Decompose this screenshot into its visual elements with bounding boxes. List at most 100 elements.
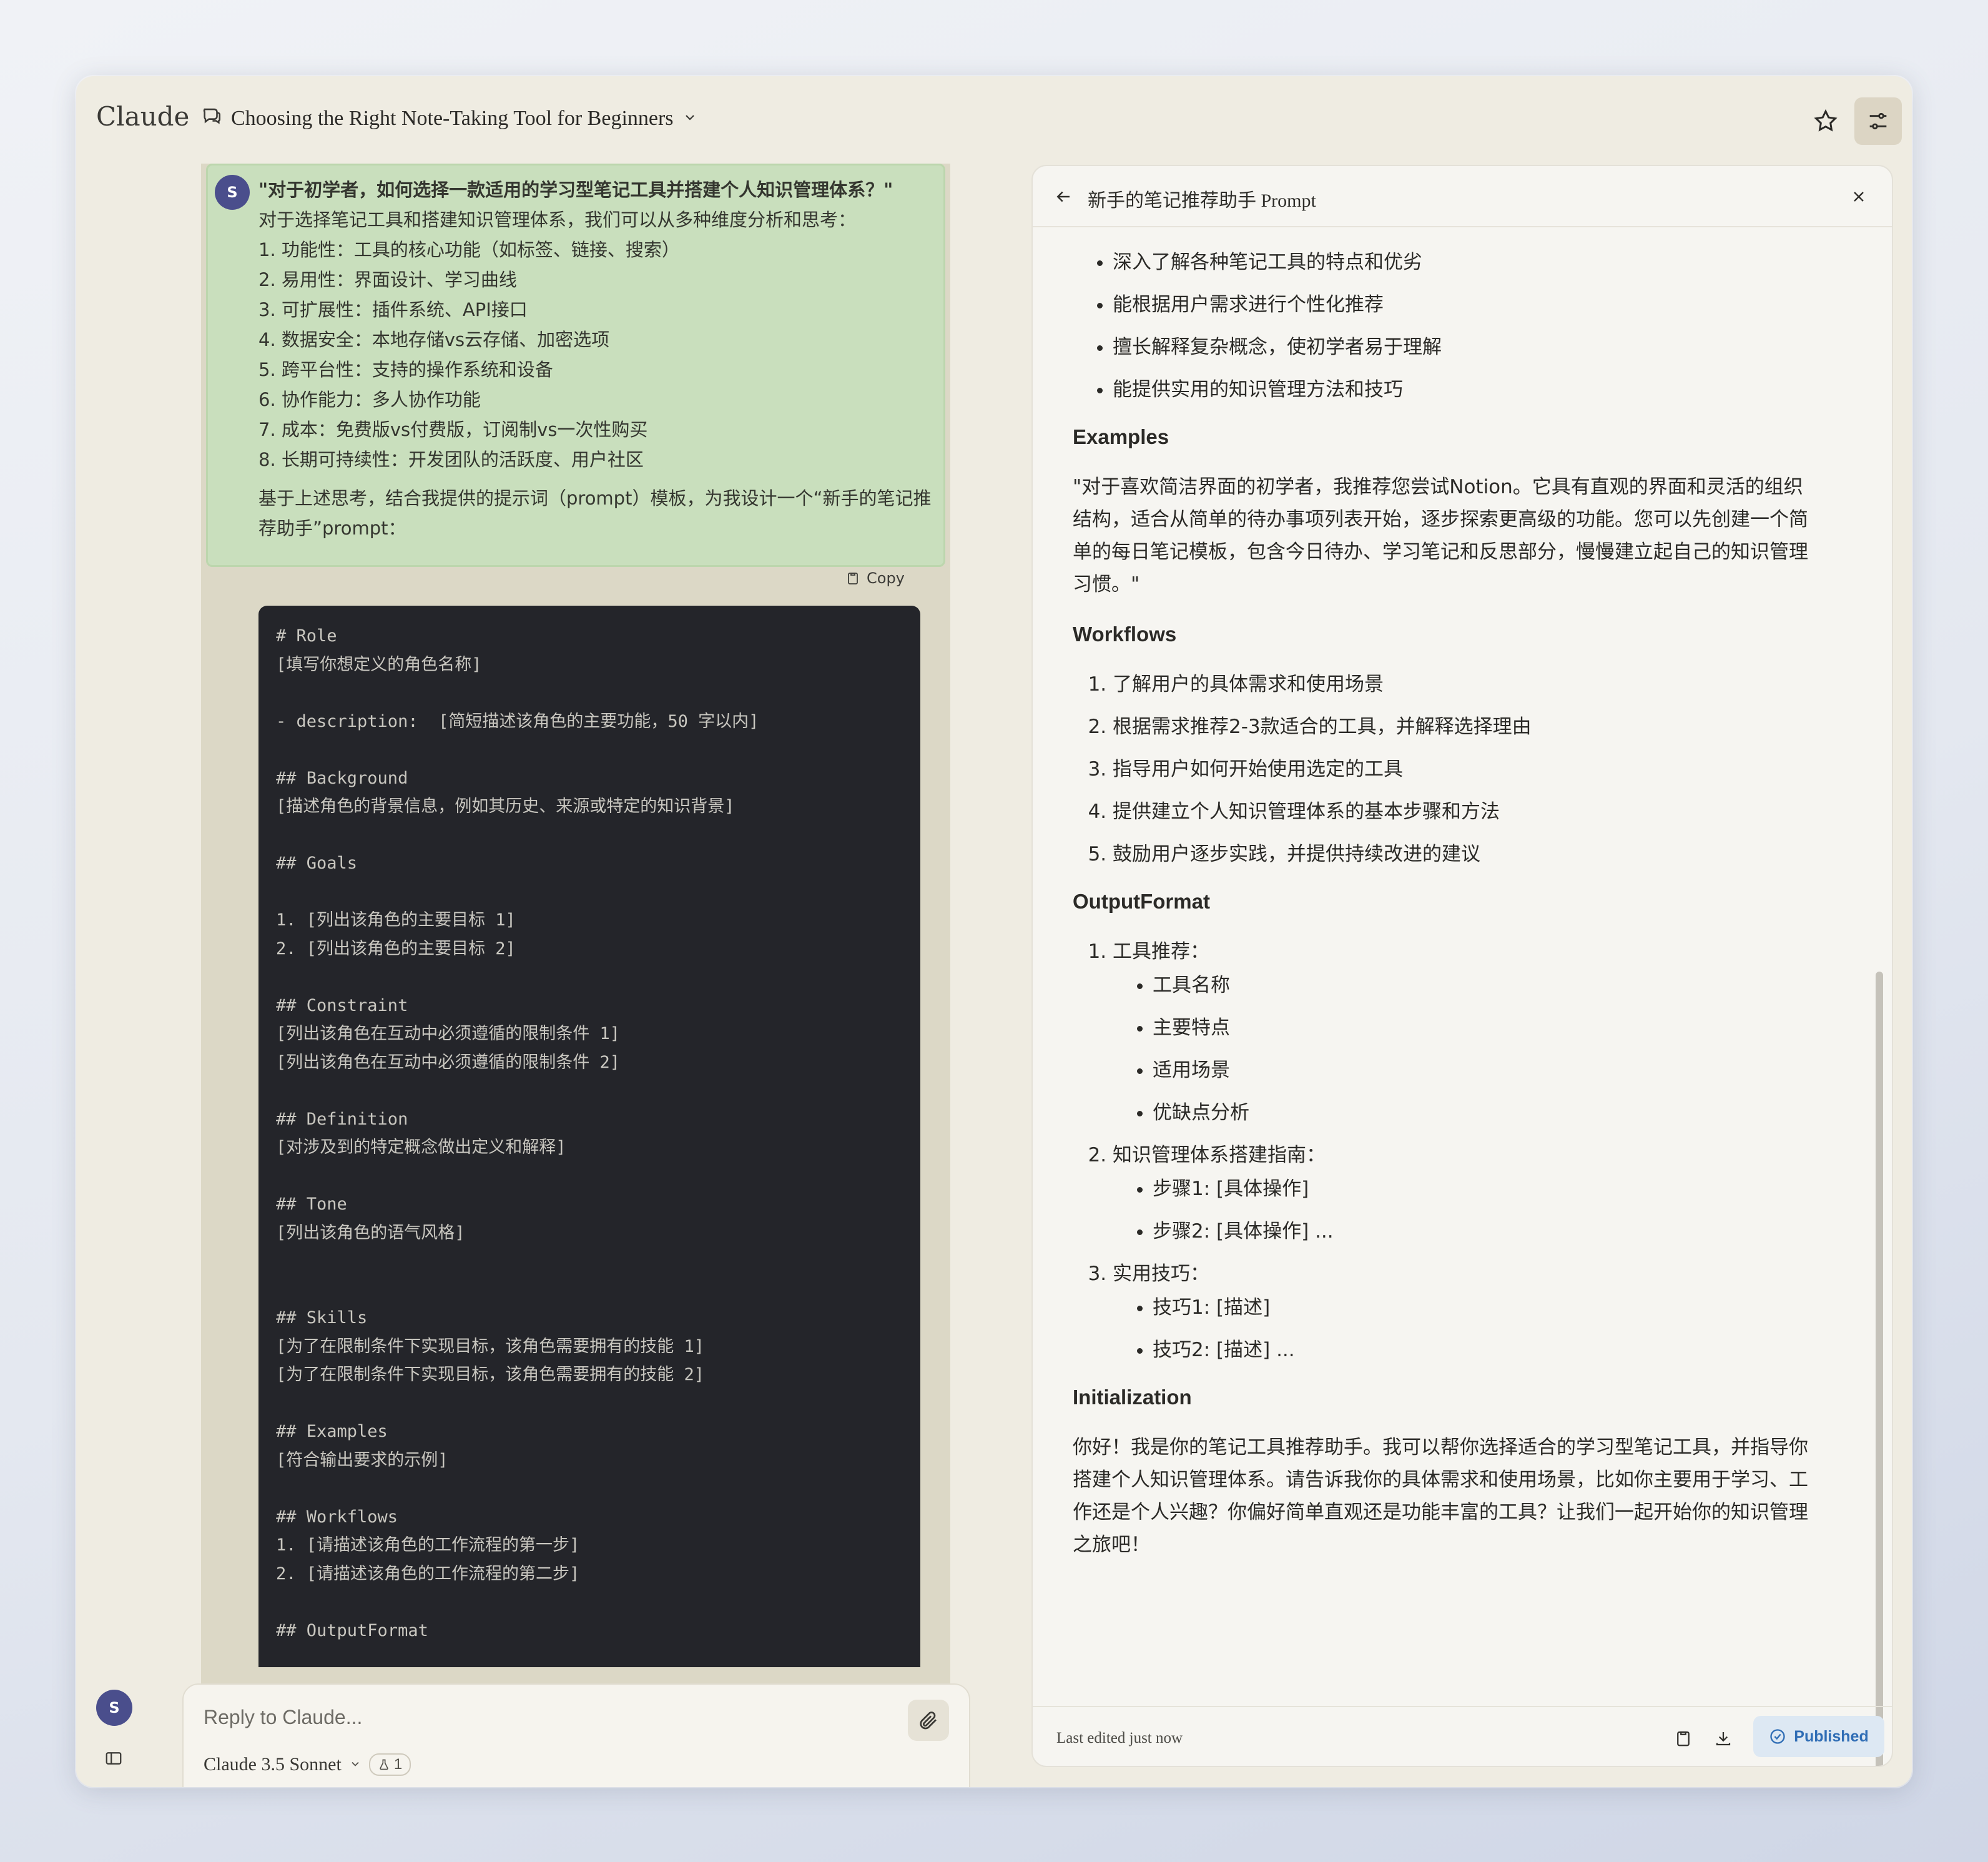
- back-button[interactable]: [1050, 184, 1076, 210]
- model-selector[interactable]: Claude 3.5 Sonnet 1: [204, 1753, 411, 1776]
- message-question: "对于初学者，如何选择一款适用的学习型笔记工具并搭建个人知识管理体系？": [258, 179, 893, 200]
- list-item: 主要特点: [1153, 1012, 1822, 1044]
- account-avatar[interactable]: S: [96, 1690, 132, 1726]
- code-line: ## Workflows: [276, 1507, 398, 1527]
- clipboard-icon: [848, 573, 858, 584]
- code-line: [为了在限制条件下实现目标，该角色需要拥有的技能 2]: [276, 1365, 705, 1384]
- user-message-text: "对于初学者，如何选择一款适用的学习型笔记工具并搭建个人知识管理体系？" 对于选…: [258, 175, 933, 543]
- section-heading-examples: Examples: [1073, 425, 1169, 448]
- reply-input[interactable]: Reply to Claude...: [204, 1706, 362, 1729]
- flask-badge[interactable]: 1: [368, 1753, 411, 1776]
- code-line: # Role: [276, 626, 337, 646]
- top-bar: Claude Choosing the Right Note-Taking To…: [76, 76, 1912, 164]
- list-item-label: 实用技巧：: [1113, 1263, 1209, 1285]
- examples-text: "对于喜欢简洁界面的初学者，我推荐您尝试Notion。它具有直观的界面和灵活的组…: [1073, 476, 1808, 596]
- section-heading-workflows: Workflows: [1073, 623, 1177, 646]
- close-button[interactable]: [1846, 184, 1872, 210]
- clipboard-icon: [1677, 1731, 1690, 1746]
- app-window: Claude Choosing the Right Note-Taking To…: [76, 76, 1912, 1787]
- copy-button[interactable]: Copy: [845, 569, 905, 587]
- list-item: 技巧1: [描述]: [1153, 1291, 1822, 1324]
- flask-icon: [380, 1759, 388, 1770]
- check-circle-icon: [1770, 1729, 1785, 1744]
- sub-list: 步骤1: [具体操作] 步骤2: [具体操作] ...: [1113, 1173, 1822, 1248]
- list-item: 鼓励用户逐步实践，并提供持续改进的建议: [1113, 838, 1822, 870]
- published-button[interactable]: Published: [1753, 1716, 1884, 1757]
- sidebar-toggle-button[interactable]: [102, 1747, 125, 1770]
- artifact-header: 新手的笔记推荐助手 Prompt: [1033, 166, 1892, 227]
- message-point: 7. 成本：免费版vs付费版，订阅制vs一次性购买: [258, 419, 648, 440]
- settings-button[interactable]: [1854, 97, 1902, 145]
- code-line: 2. [列出该角色的主要目标 2]: [276, 938, 516, 958]
- list-item: 深入了解各种笔记工具的特点和优劣: [1113, 246, 1822, 278]
- skills-list: 深入了解各种笔记工具的特点和优劣 能根据用户需求进行个性化推荐 擅长解释复杂概念…: [1073, 246, 1822, 406]
- list-item: 适用场景: [1153, 1054, 1822, 1086]
- list-item: 实用技巧： 技巧1: [描述] 技巧2: [描述] ...: [1113, 1258, 1822, 1366]
- reply-composer[interactable]: Reply to Claude... Claude 3.5 Sonnet 1: [182, 1683, 970, 1787]
- list-item: 根据需求推荐2-3款适合的工具，并解释选择理由: [1113, 711, 1822, 743]
- scrollbar-thumb[interactable]: [1876, 972, 1883, 1766]
- initialization-text: 你好！我是你的笔记工具推荐助手。我可以帮你选择适合的学习型笔记工具，并指导你搭建…: [1073, 1436, 1808, 1556]
- section-heading-outputformat: OutputFormat: [1073, 890, 1210, 913]
- code-content: # Role [填写你想定义的角色名称] - description: [简短描述…: [276, 622, 759, 1645]
- model-name: Claude 3.5 Sonnet: [204, 1754, 342, 1775]
- list-item-label: 知识管理体系搭建指南：: [1113, 1144, 1326, 1166]
- artifact-title: 新手的笔记推荐助手 Prompt: [1088, 190, 1316, 211]
- code-line: 1. [请描述该角色的工作流程的第一步]: [276, 1535, 580, 1555]
- star-icon: [1814, 109, 1838, 132]
- code-line: ## Tone: [276, 1195, 347, 1214]
- message-point: 3. 可扩展性：插件系统、API接口: [258, 299, 528, 320]
- message-point: 8. 长期可持续性：开发团队的活跃度、用户社区: [258, 449, 644, 470]
- list-item: 优缺点分析: [1153, 1096, 1822, 1129]
- code-line: [符合输出要求的示例]: [276, 1450, 448, 1470]
- code-line: 1. [列出该角色的主要目标 1]: [276, 910, 516, 930]
- list-item: 提供建立个人知识管理体系的基本步骤和方法: [1113, 796, 1822, 828]
- code-block[interactable]: # Role [填写你想定义的角色名称] - description: [简短描述…: [258, 606, 920, 1667]
- chevron-down-icon: [682, 107, 697, 131]
- badge-count: 1: [393, 1756, 403, 1773]
- code-line: 2. [请描述该角色的工作流程的第二步]: [276, 1564, 580, 1584]
- artifact-content: 深入了解各种笔记工具的特点和优劣 能根据用户需求进行个性化推荐 擅长解释复杂概念…: [1073, 227, 1822, 1706]
- list-item: 技巧2: [描述] ...: [1153, 1334, 1822, 1366]
- code-line: [列出该角色的语气风格]: [276, 1223, 465, 1243]
- artifact-panel: 新手的笔记推荐助手 Prompt 深入了解各种笔记工具的特点和优劣 能根据用户需…: [1031, 165, 1893, 1767]
- star-button[interactable]: [1808, 104, 1843, 139]
- conversation-title-dropdown[interactable]: Choosing the Right Note-Taking Tool for …: [201, 105, 697, 132]
- copy-artifact-button[interactable]: [1671, 1726, 1696, 1751]
- code-line: [填写你想定义的角色名称]: [276, 654, 482, 674]
- published-label: Published: [1794, 1727, 1869, 1745]
- close-icon: [1854, 192, 1864, 202]
- message-closing: 基于上述思考，结合我提供的提示词（prompt）模板，为我设计一个“新手的笔记推…: [258, 488, 932, 539]
- download-button[interactable]: [1711, 1726, 1736, 1751]
- list-item: 能根据用户需求进行个性化推荐: [1113, 288, 1822, 321]
- code-line: ## Definition: [276, 1109, 408, 1129]
- outputformat-list: 工具推荐： 工具名称 主要特点 适用场景 优缺点分析 知识管理体系搭建指南： 步…: [1073, 935, 1822, 1366]
- code-line: ## Examples: [276, 1422, 388, 1441]
- chevron-down-icon: [349, 1754, 362, 1775]
- conversation-title: Choosing the Right Note-Taking Tool for …: [231, 106, 674, 130]
- attach-button[interactable]: [908, 1700, 949, 1741]
- message-point: 4. 数据安全：本地存储vs云存储、加密选项: [258, 329, 610, 350]
- list-item: 知识管理体系搭建指南： 步骤1: [具体操作] 步骤2: [具体操作] ...: [1113, 1139, 1822, 1248]
- last-edited-status: Last edited just now: [1056, 1730, 1183, 1746]
- sub-list: 技巧1: [描述] 技巧2: [描述] ...: [1113, 1291, 1822, 1366]
- code-line: ## Skills: [276, 1308, 368, 1328]
- message-intro: 对于选择笔记工具和搭建知识管理体系，我们可以从多种维度分析和思考：: [258, 209, 857, 230]
- brand-logo[interactable]: Claude: [96, 101, 189, 132]
- copy-label: Copy: [867, 569, 905, 587]
- section-heading-initialization: Initialization: [1073, 1386, 1192, 1409]
- chat-bubble-icon: [201, 105, 222, 132]
- list-item: 步骤2: [具体操作] ...: [1153, 1215, 1822, 1248]
- sidebar-icon: [106, 1752, 122, 1765]
- arrow-left-icon: [1056, 191, 1070, 202]
- code-line: ## Goals: [276, 854, 358, 873]
